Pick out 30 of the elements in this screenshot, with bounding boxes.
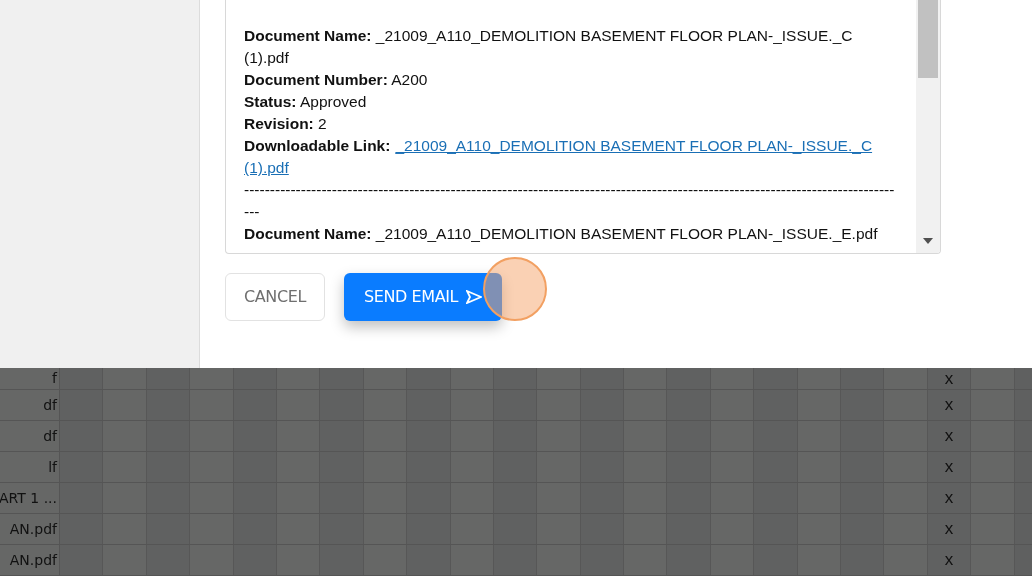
send-icon: [466, 290, 483, 304]
file-name-text: lf: [48, 457, 57, 477]
file-name-text: f: [52, 369, 57, 388]
remove-mark[interactable]: x: [944, 392, 954, 418]
file-name-text: AN.pdf: [9, 550, 57, 570]
email-body-field[interactable]: [225, 0, 941, 254]
download-link[interactable]: (1).pdf: [244, 157, 289, 179]
remove-mark[interactable]: x: [944, 365, 954, 392]
document-detail: Document Number: A200: [244, 70, 429, 90]
document-detail: Document Name: _21009_A110_DEMOLITION BASEMENT FLOOR PLAN-_ISSUE._C (1).pdf: [244, 26, 854, 68]
send-email-button[interactable]: SEND EMAIL: [344, 273, 502, 321]
scroll-down-icon[interactable]: [923, 238, 933, 244]
remove-mark[interactable]: x: [944, 547, 954, 573]
remove-mark[interactable]: x: [944, 454, 954, 480]
cancel-button[interactable]: CANCEL: [225, 273, 325, 321]
file-name-text: df: [43, 395, 57, 415]
download-link[interactable]: _21009_A110_DEMOLITION BASEMENT FLOOR PLAN-_ISSUE._C: [395, 135, 873, 157]
separator-line: ---------------------------------------------------------------------------------------------------------------------------------: [244, 180, 896, 222]
file-name-text: df: [43, 426, 57, 446]
remove-mark[interactable]: x: [944, 423, 954, 449]
remove-mark[interactable]: x: [944, 516, 954, 542]
scrollbar-thumb[interactable]: [918, 0, 938, 78]
file-name-text: AN.pdf: [9, 519, 57, 539]
remove-mark[interactable]: x: [944, 485, 954, 511]
document-detail: Document Name: _21009_A110_DEMOLITION BASEMENT FLOOR PLAN-_ISSUE._E.pdf: [244, 224, 879, 244]
field-label: Downloadable Link:: [244, 136, 391, 156]
scrollbar[interactable]: [916, 0, 940, 253]
document-detail: Status: Approved: [244, 92, 368, 112]
click-indicator: [483, 257, 547, 321]
document-detail: Revision: 2: [244, 114, 328, 134]
